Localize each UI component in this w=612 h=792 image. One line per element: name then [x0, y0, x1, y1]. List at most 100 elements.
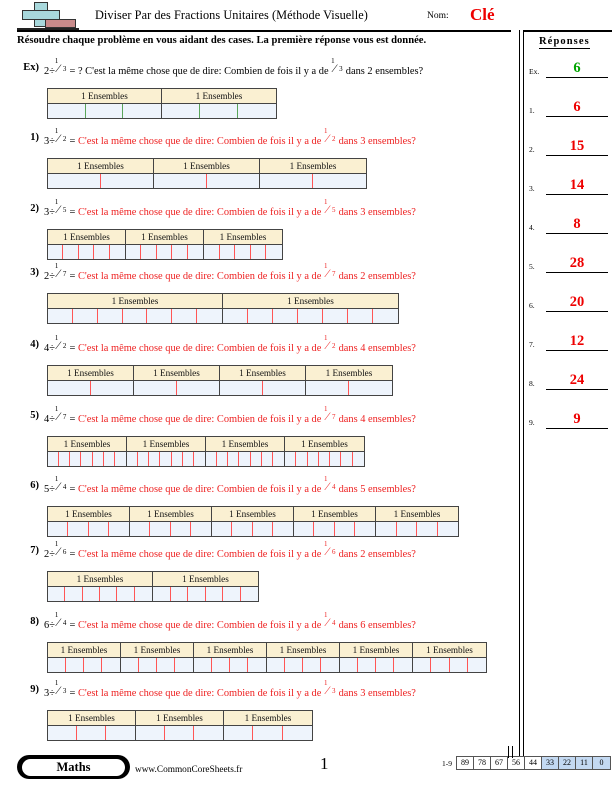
unit-cell[interactable] [78, 245, 95, 259]
unit-cell[interactable] [417, 522, 438, 536]
unit-cell[interactable] [238, 104, 276, 118]
unit-cell[interactable] [205, 587, 223, 601]
unit-cell[interactable] [223, 309, 248, 323]
unit-cell[interactable] [467, 658, 486, 672]
unit-cell[interactable] [48, 658, 66, 672]
unit-cell[interactable] [294, 522, 315, 536]
unit-cell[interactable] [358, 658, 376, 672]
unit-cell[interactable] [230, 658, 248, 672]
unit-cell[interactable] [220, 381, 263, 395]
unit-cell[interactable] [100, 174, 153, 188]
unit-cell[interactable] [272, 522, 293, 536]
unit-cell[interactable] [197, 309, 223, 323]
unit-cell[interactable] [437, 522, 458, 536]
unit-cell[interactable] [175, 658, 193, 672]
unit-cell[interactable] [149, 452, 161, 466]
unit-cell[interactable] [262, 381, 305, 395]
unit-cell[interactable] [156, 245, 173, 259]
unit-cell[interactable] [187, 245, 204, 259]
unit-cell[interactable] [190, 522, 211, 536]
unit-cell[interactable] [431, 658, 450, 672]
unit-cell[interactable] [84, 658, 102, 672]
unit-cell[interactable] [176, 381, 219, 395]
unit-cell[interactable] [267, 658, 285, 672]
unit-cell[interactable] [48, 309, 73, 323]
unit-cell[interactable] [217, 452, 229, 466]
unit-cell[interactable] [136, 726, 165, 740]
unit-cell[interactable] [354, 522, 375, 536]
unit-cell[interactable] [170, 522, 191, 536]
unit-cell[interactable] [449, 658, 468, 672]
unit-cell[interactable] [228, 452, 240, 466]
unit-cell[interactable] [172, 309, 198, 323]
unit-cell[interactable] [182, 452, 194, 466]
unit-cell[interactable] [212, 522, 233, 536]
unit-cell[interactable] [48, 245, 64, 259]
unit-cell[interactable] [170, 587, 188, 601]
unit-cell[interactable] [48, 104, 86, 118]
unit-cell[interactable] [296, 452, 308, 466]
unit-cell[interactable] [157, 658, 175, 672]
unit-cell[interactable] [239, 452, 251, 466]
unit-cell[interactable] [260, 174, 313, 188]
unit-cell[interactable] [194, 726, 223, 740]
unit-cell[interactable] [285, 658, 303, 672]
unit-cell[interactable] [48, 452, 60, 466]
unit-cell[interactable] [318, 452, 331, 466]
unit-cell[interactable] [139, 658, 157, 672]
unit-cell[interactable] [48, 522, 69, 536]
unit-cell[interactable] [117, 587, 135, 601]
unit-cell[interactable] [373, 309, 398, 323]
unit-cell[interactable] [172, 245, 188, 259]
unit-cell[interactable] [273, 309, 298, 323]
unit-cell[interactable] [240, 587, 258, 601]
unit-cell[interactable] [341, 452, 353, 466]
unit-cell[interactable] [219, 245, 236, 259]
unit-cell[interactable] [59, 452, 71, 466]
unit-cell[interactable] [90, 381, 133, 395]
unit-cell[interactable] [330, 452, 342, 466]
unit-cell[interactable] [321, 658, 339, 672]
unit-cell[interactable] [349, 381, 392, 395]
unit-cell[interactable] [102, 658, 120, 672]
unit-cell[interactable] [162, 104, 200, 118]
unit-cell[interactable] [396, 522, 417, 536]
unit-cell[interactable] [126, 245, 142, 259]
unit-cell[interactable] [88, 522, 109, 536]
unit-cell[interactable] [212, 658, 230, 672]
unit-cell[interactable] [103, 452, 115, 466]
unit-cell[interactable] [48, 381, 91, 395]
unit-cell[interactable] [250, 452, 262, 466]
unit-cell[interactable] [121, 658, 139, 672]
unit-cell[interactable] [97, 309, 123, 323]
unit-cell[interactable] [150, 522, 171, 536]
unit-cell[interactable] [114, 452, 126, 466]
unit-cell[interactable] [154, 174, 207, 188]
unit-cell[interactable] [206, 174, 259, 188]
unit-cell[interactable] [70, 452, 82, 466]
unit-cell[interactable] [261, 452, 273, 466]
unit-cell[interactable] [141, 245, 157, 259]
unit-cell[interactable] [48, 174, 101, 188]
unit-cell[interactable] [285, 452, 297, 466]
unit-cell[interactable] [63, 245, 79, 259]
unit-cell[interactable] [334, 522, 355, 536]
unit-cell[interactable] [250, 245, 267, 259]
unit-cell[interactable] [138, 452, 150, 466]
unit-cell[interactable] [306, 381, 349, 395]
unit-cell[interactable] [188, 587, 206, 601]
unit-cell[interactable] [130, 522, 151, 536]
unit-cell[interactable] [232, 522, 253, 536]
unit-cell[interactable] [303, 658, 321, 672]
unit-cell[interactable] [66, 658, 84, 672]
unit-cell[interactable] [165, 726, 194, 740]
unit-cell[interactable] [68, 522, 89, 536]
unit-cell[interactable] [394, 658, 412, 672]
unit-cell[interactable] [171, 452, 183, 466]
unit-cell[interactable] [127, 452, 139, 466]
unit-cell[interactable] [314, 522, 335, 536]
unit-cell[interactable] [123, 104, 161, 118]
unit-cell[interactable] [266, 245, 282, 259]
unit-cell[interactable] [323, 309, 348, 323]
unit-cell[interactable] [194, 658, 212, 672]
